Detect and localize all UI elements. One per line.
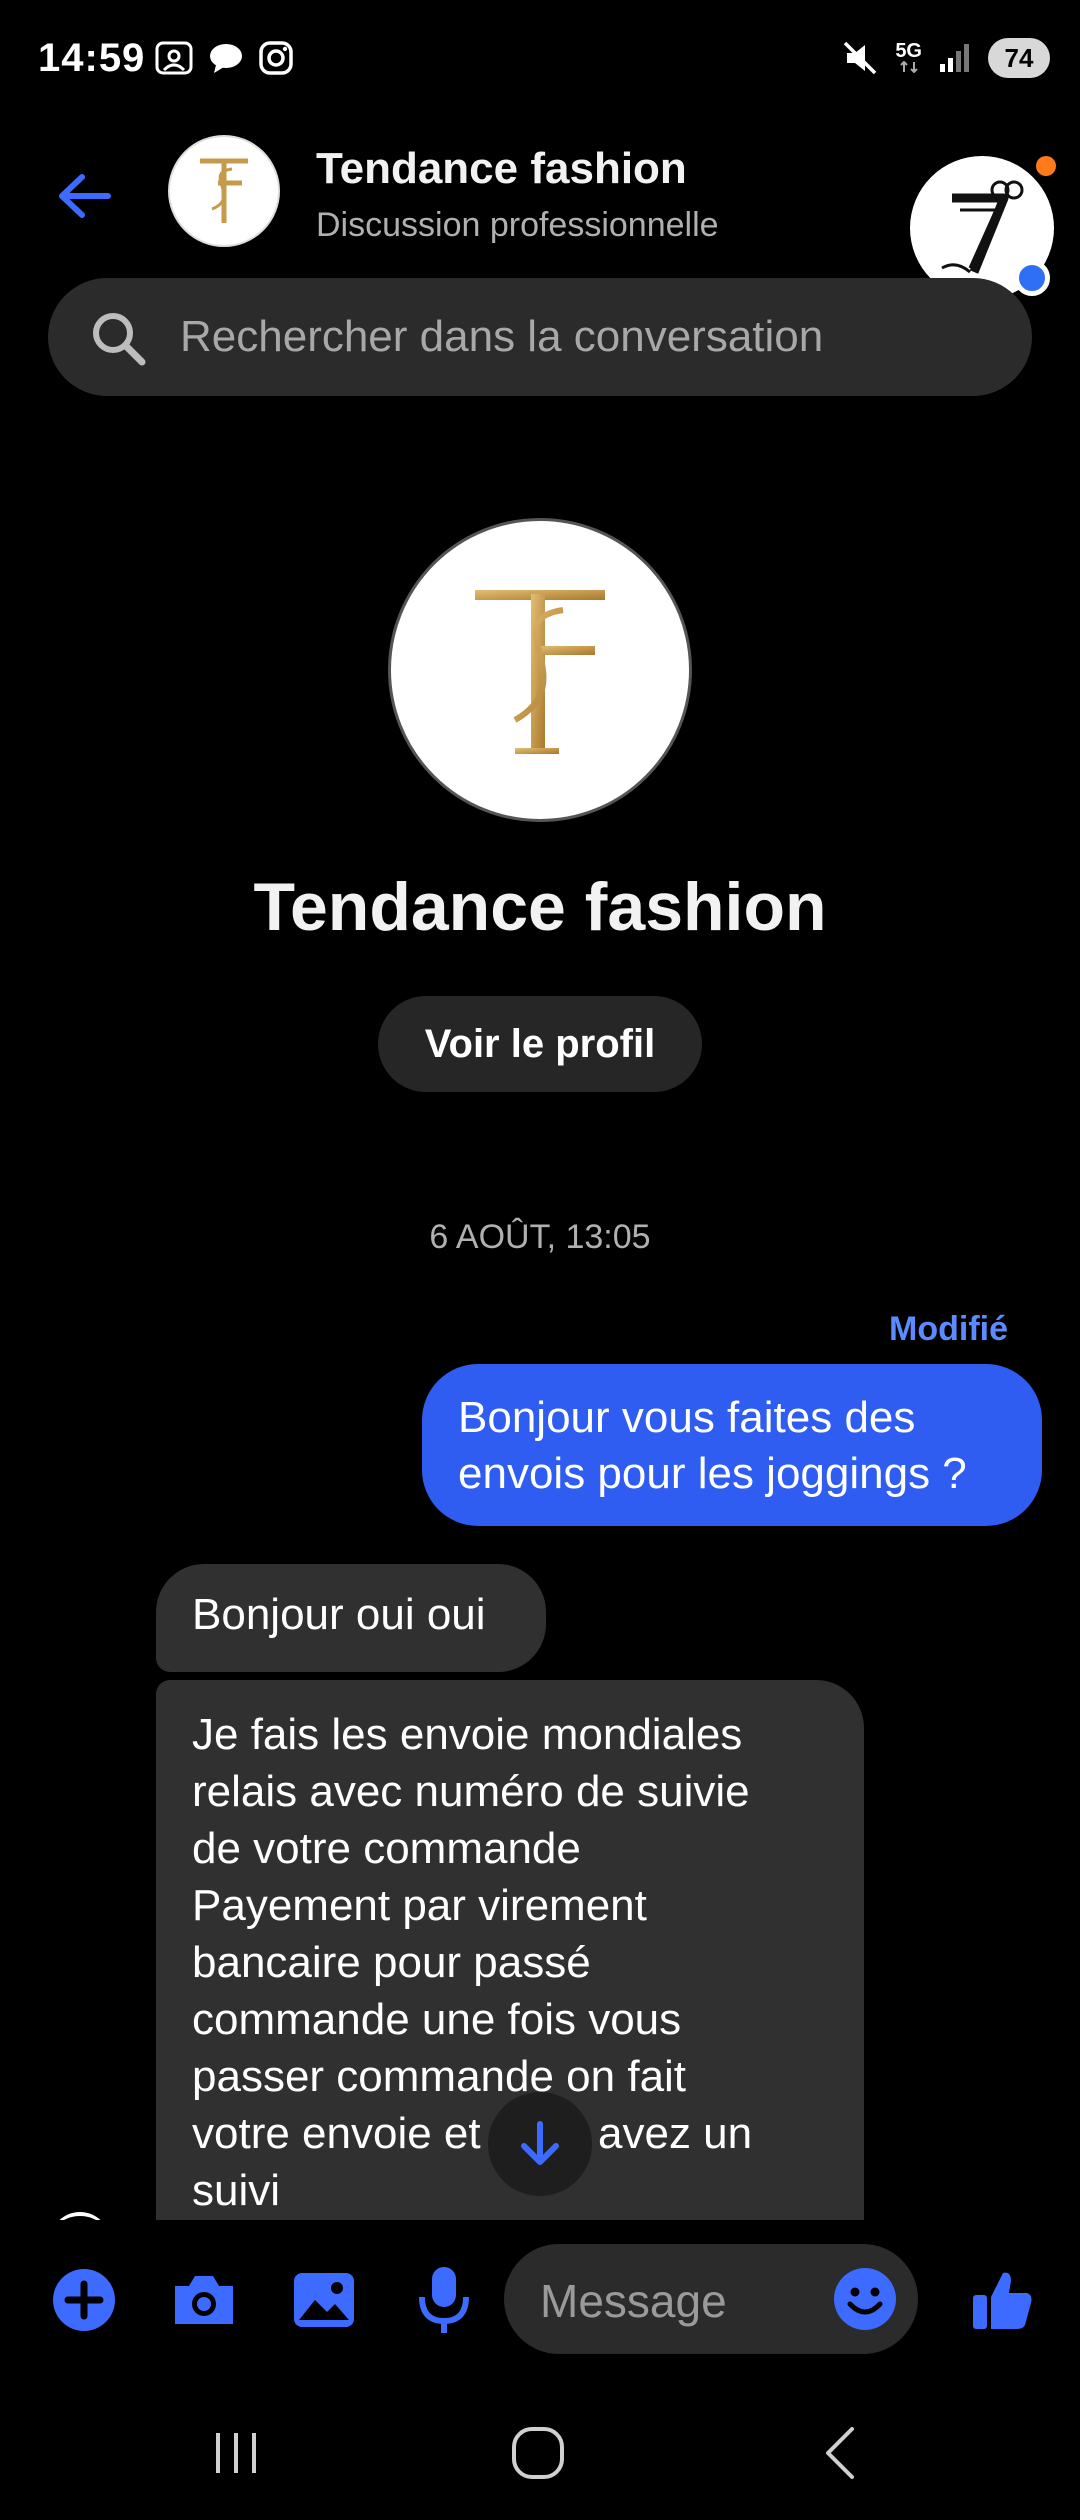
search-input[interactable]: Rechercher dans la conversation xyxy=(180,312,823,362)
microphone-icon xyxy=(419,2267,469,2333)
status-bar: 14:59 5G 74 xyxy=(0,0,1080,120)
camera-button[interactable] xyxy=(166,2262,242,2338)
network-label: 5G xyxy=(895,40,922,62)
home-button[interactable] xyxy=(498,2418,578,2488)
search-bar[interactable]: Rechercher dans la conversation xyxy=(48,278,1032,396)
screenshot-icon xyxy=(155,41,193,75)
status-notification-icons xyxy=(154,40,294,76)
message-composer: Message xyxy=(0,2220,1080,2380)
header-title[interactable]: Tendance fashion xyxy=(316,144,687,194)
back-nav-button[interactable] xyxy=(800,2418,880,2488)
arrow-down-icon xyxy=(521,2121,559,2165)
signal-icon xyxy=(940,44,969,72)
plus-icon xyxy=(53,2269,115,2331)
status-time: 14:59 xyxy=(38,36,146,80)
camera-icon xyxy=(175,2276,233,2324)
gallery-button[interactable] xyxy=(286,2262,362,2338)
like-button[interactable] xyxy=(964,2262,1040,2338)
status-system-icons: 5G 74 xyxy=(841,38,1050,78)
system-navigation-bar xyxy=(0,2380,1080,2520)
add-button[interactable] xyxy=(46,2262,122,2338)
conversation-header: Tendance fashion Discussion professionne… xyxy=(0,130,1080,300)
view-profile-button[interactable]: Voir le profil xyxy=(378,996,702,1092)
header-avatar[interactable] xyxy=(168,135,280,247)
header-subtitle: Discussion professionnelle xyxy=(316,206,719,244)
message-bubble-sent[interactable]: Bonjour vous faites des envois pour les … xyxy=(422,1364,1042,1526)
back-button[interactable] xyxy=(48,160,120,232)
notification-dot xyxy=(1036,156,1056,176)
message-placeholder: Message xyxy=(540,2275,727,2327)
data-arrows-icon xyxy=(899,60,918,74)
recent-apps-icon xyxy=(216,2433,256,2473)
mute-icon xyxy=(844,41,877,75)
profile-avatar-large[interactable] xyxy=(388,518,692,822)
date-separator: 6 AOÛT, 13:05 xyxy=(429,1218,651,1256)
scroll-to-bottom-button[interactable] xyxy=(488,2092,592,2196)
profile-name: Tendance fashion xyxy=(253,869,827,945)
brand-logo-icon xyxy=(200,158,248,223)
back-arrow-icon xyxy=(59,174,111,218)
search-icon xyxy=(93,313,146,366)
edited-label[interactable]: Modifié xyxy=(889,1310,1008,1349)
battery-indicator: 74 xyxy=(988,38,1050,78)
recent-apps-button[interactable] xyxy=(196,2418,276,2488)
brand-logo-icon xyxy=(475,590,605,754)
home-icon xyxy=(512,2427,564,2479)
voice-button[interactable] xyxy=(406,2262,482,2338)
image-icon xyxy=(294,2273,354,2327)
emoji-icon[interactable] xyxy=(832,2266,898,2332)
message-input[interactable]: Message xyxy=(504,2244,918,2354)
chat-notification-icon xyxy=(210,44,242,73)
network-indicator: 5G xyxy=(895,40,922,74)
thumbs-up-icon xyxy=(973,2272,1032,2329)
chat-bubble-badge xyxy=(1014,260,1050,296)
message-bubble-received[interactable]: Bonjour oui oui xyxy=(156,1564,546,1672)
back-chevron-icon xyxy=(826,2427,854,2479)
instagram-icon xyxy=(259,41,293,75)
